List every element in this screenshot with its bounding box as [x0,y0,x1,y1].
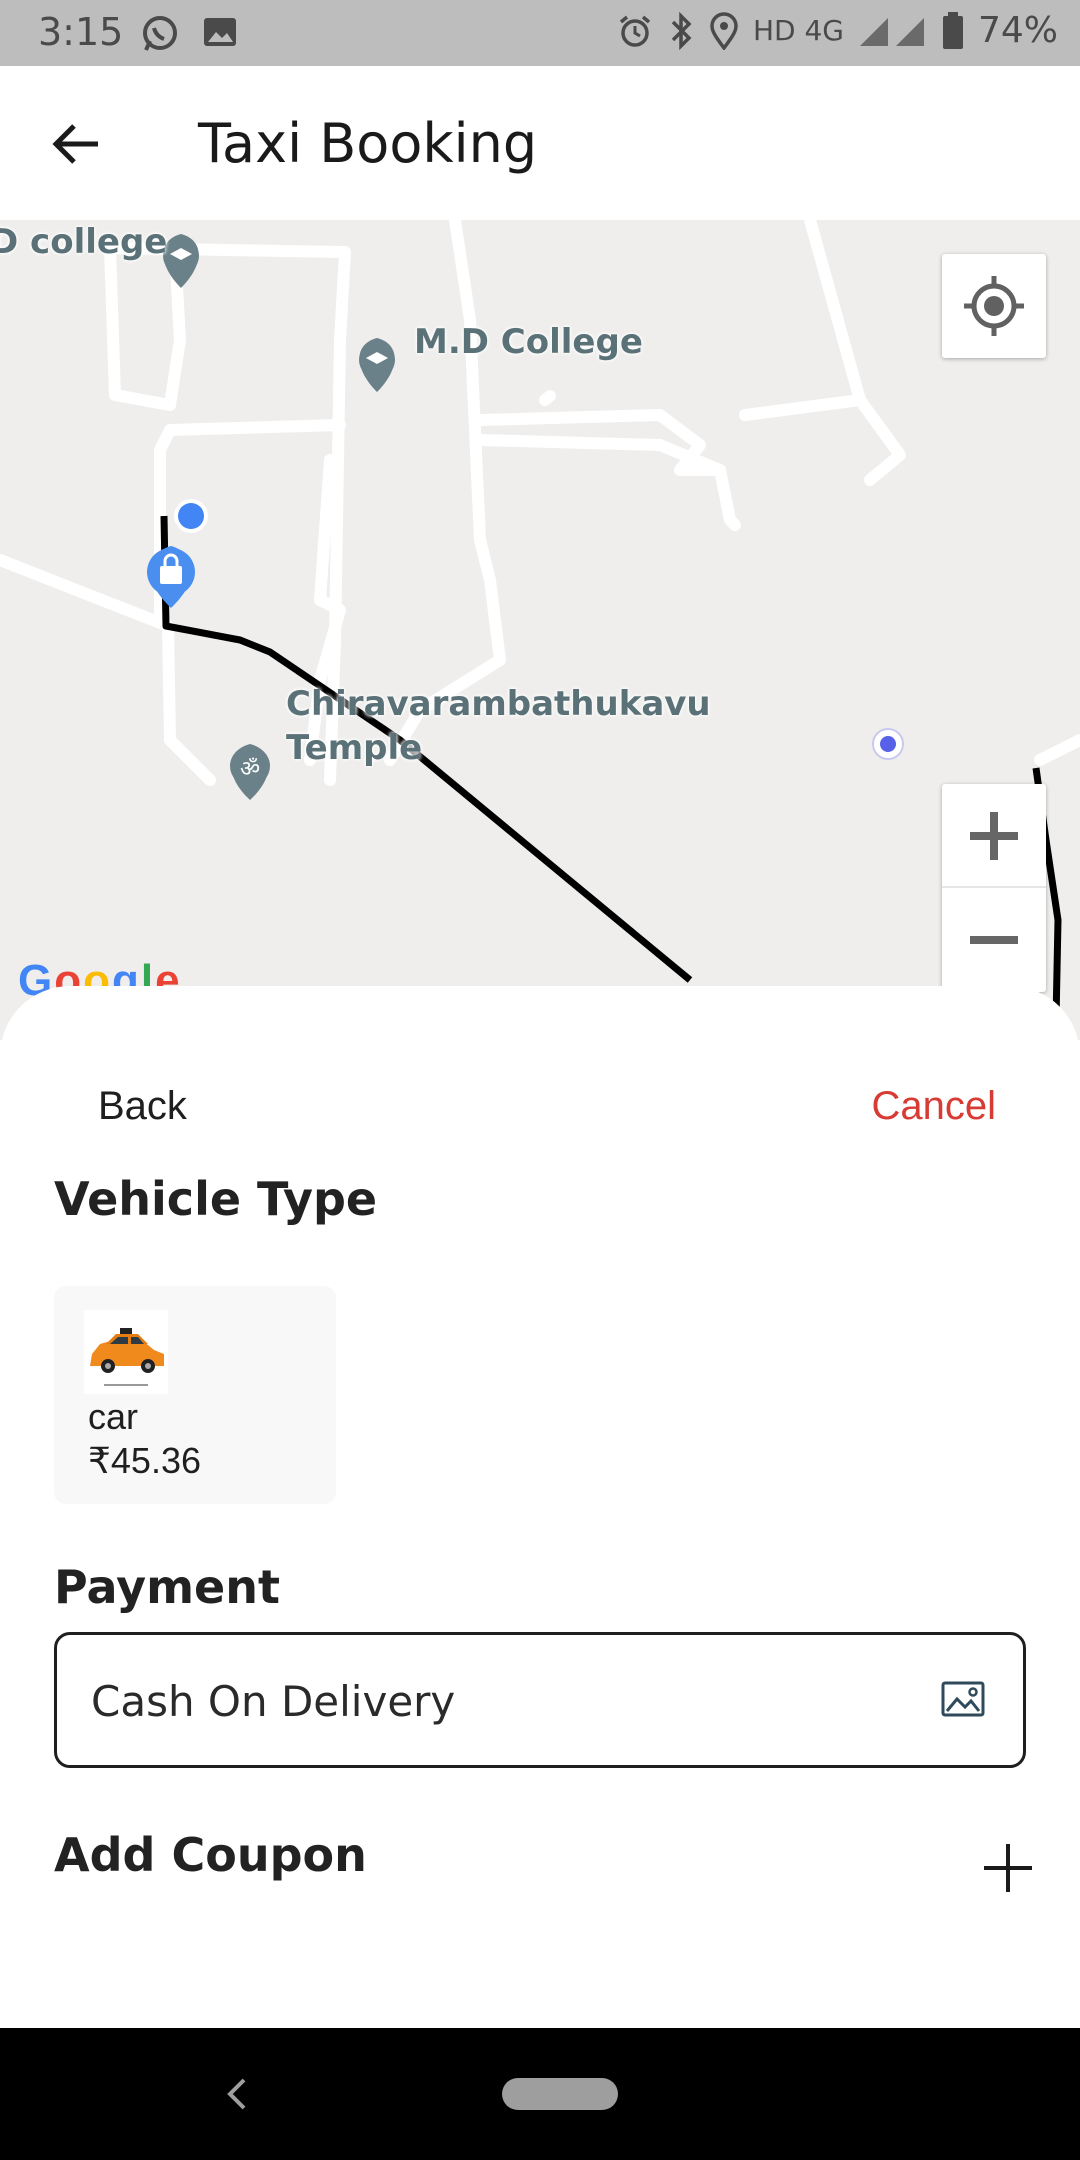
poi-marker: ॐ [230,744,270,800]
bluetooth-icon [671,11,692,50]
app-bar: Taxi Booking [0,66,1080,220]
battery-level: 74% [977,10,1058,51]
battery-icon [942,11,963,49]
plus-icon [970,812,1018,860]
location-icon [710,11,738,50]
gallery-icon [204,18,236,46]
notification-icons [140,14,238,54]
map-label-temple-line1: Chiravarambathukavu [286,684,711,724]
poi-marker [359,338,395,392]
map-view[interactable]: ॐ D college M.D College Chiravarambathuk… [0,220,1080,1040]
status-time: 3:15 [38,10,124,54]
zoom-controls [942,784,1046,992]
map-label-md-college: M.D College [414,322,643,362]
destination-dot [872,728,904,760]
payment-method-field[interactable]: Cash On Delivery [54,1632,1026,1768]
payment-method-value: Cash On Delivery [91,1677,456,1726]
booking-sheet: Back Cancel Vehicle Type car ₹45.36 Paym… [0,986,1080,2028]
home-pill-icon[interactable] [502,2078,618,2110]
whatsapp-icon [143,16,177,51]
minus-icon [970,936,1018,944]
back-button[interactable]: Back [98,1084,187,1129]
my-location-icon [964,276,1024,336]
vehicle-price: ₹45.36 [88,1440,201,1481]
arrow-left-icon[interactable] [48,116,104,172]
cancel-button[interactable]: Cancel [871,1084,996,1129]
vehicle-name: car [88,1396,139,1437]
zoom-out-button[interactable] [942,888,1046,992]
poi-marker [163,234,199,288]
taxi-car-image [84,1310,168,1394]
network-type: HD 4G [752,14,844,47]
signal-icon [859,17,924,46]
vehicle-type-title: Vehicle Type [54,1172,378,1226]
system-nav-bar [0,2028,1080,2160]
status-right: HD 4G 74% [617,10,1058,51]
my-location-button[interactable] [942,254,1046,358]
user-location-dot [174,499,208,533]
payment-title: Payment [54,1560,280,1614]
page-title: Taxi Booking [198,112,538,175]
vehicle-card[interactable]: car ₹45.36 [54,1286,336,1504]
plus-icon[interactable] [980,1840,1036,1896]
map-label-college: D college [0,222,168,262]
map-label-temple-line2: Temple [286,728,423,768]
alarm-icon [619,15,651,47]
add-coupon-title[interactable]: Add Coupon [54,1828,367,1882]
chevron-left-icon[interactable] [222,2074,252,2114]
image-icon [941,1681,985,1717]
status-bar: 3:15 HD 4G 74% [0,0,1080,66]
svg-text:ॐ: ॐ [240,757,260,782]
zoom-in-button[interactable] [942,784,1046,888]
